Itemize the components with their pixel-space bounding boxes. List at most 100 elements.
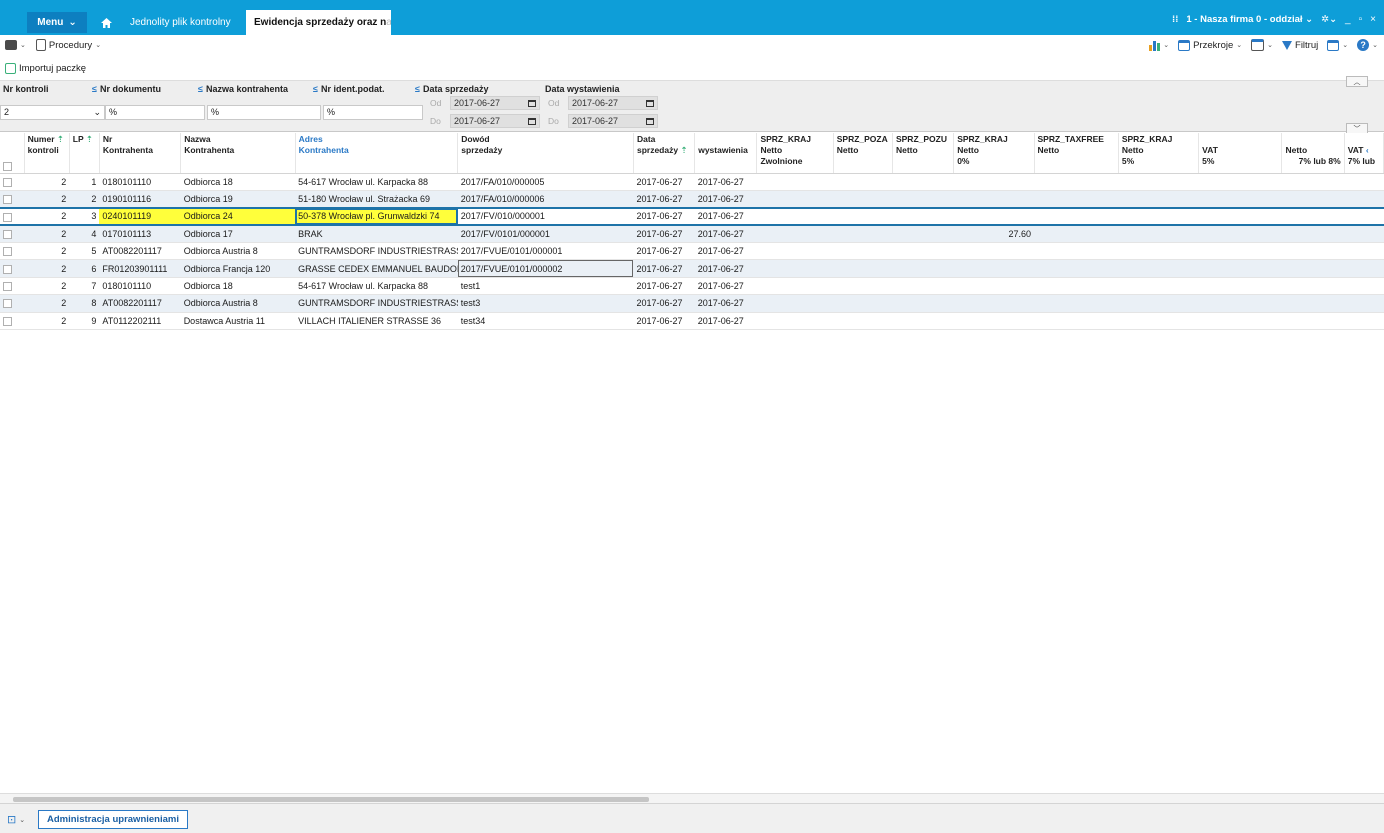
restore-button[interactable]: ▫ — [1359, 14, 1363, 25]
row-checkbox[interactable] — [3, 299, 12, 309]
row-checkbox[interactable] — [3, 212, 12, 222]
table-row[interactable]: 2 9 AT0112202111 Dostawca Austria 11 VILLACH… — [0, 312, 1384, 331]
print-button[interactable]: ⌄ — [5, 40, 26, 50]
cell-sprz-kraj-0[interactable] — [953, 173, 1035, 191]
cell-sprz[interactable] — [1034, 277, 1119, 296]
cell-sprz[interactable] — [892, 312, 954, 331]
cell-adres-kontrahenta[interactable]: 50-378 Wrocław pl. Grunwaldzki 74 — [295, 206, 458, 227]
col-sprz-kraj-5-vat[interactable]: VAT 5% — [1198, 133, 1283, 174]
cell-sprz[interactable] — [833, 259, 893, 278]
wystawienie-od-input[interactable]: 2017-06-27 — [568, 96, 658, 110]
col-sprz-kraj-8-netto[interactable]: Netto 7% lub 8% — [1281, 133, 1345, 174]
cell-nazwa-kontrahenta[interactable]: Odbiorca 18 — [180, 173, 296, 191]
nr-kontroli-select[interactable]: 2 ⌄ — [0, 105, 105, 120]
nr-ident-input[interactable]: % — [323, 105, 423, 120]
cell-nr-kontrahenta[interactable]: 0170101113 — [99, 225, 181, 244]
cell-sprz[interactable] — [1034, 190, 1119, 209]
cell-data-sprzedazy[interactable]: 2017-06-27 — [633, 259, 695, 278]
cell-data-wystawienia[interactable]: 2017-06-27 — [694, 312, 757, 331]
cell-data-sprzedazy[interactable]: 2017-06-27 — [633, 294, 695, 313]
cell-nr-kontrahenta[interactable]: 0180101110 — [99, 277, 181, 296]
cell-sprz[interactable] — [1034, 173, 1119, 191]
sprzedaz-do-input[interactable]: 2017-06-27 — [450, 114, 540, 128]
col-sprz-taxfree[interactable]: SPRZ_TAXFREE Netto — [1034, 133, 1119, 174]
cell-sprz[interactable] — [756, 206, 834, 227]
cell-adres-kontrahenta[interactable]: BRAK — [295, 225, 458, 244]
cell-numer-kontroli[interactable]: 2 — [24, 242, 70, 261]
row-checkbox[interactable] — [3, 247, 12, 257]
col-sprz-poza[interactable]: SPRZ_POZA Netto — [833, 133, 893, 174]
cell-sprz[interactable] — [756, 259, 834, 278]
cell-sprz[interactable] — [1198, 277, 1282, 296]
cell-nr-kontrahenta[interactable]: FR01203901111 — [99, 259, 181, 278]
col-sprz-pozu[interactable]: SPRZ_POZU Netto — [892, 133, 955, 174]
col-sprz-kraj-0[interactable]: SPRZ_KRAJ Netto 0% — [953, 133, 1035, 174]
cell-nazwa-kontrahenta[interactable]: Odbiorca Austria 8 — [180, 242, 296, 261]
cell-nr-kontrahenta[interactable]: 0190101116 — [99, 190, 181, 209]
cell-sprz[interactable] — [833, 294, 893, 313]
cell-nr-kontrahenta[interactable]: 0180101110 — [99, 173, 181, 191]
col-lp[interactable]: LP ⇡ — [69, 133, 100, 174]
cell-sprz[interactable] — [1198, 225, 1282, 244]
table-row[interactable]: 2 4 0170101113 Odbiorca 17 BRAK 2017/FV/0101/… — [0, 225, 1384, 244]
table-row[interactable]: 2 1 0180101110 Odbiorca 18 54-617 Wrocław ul… — [0, 173, 1384, 191]
cell-sprz[interactable] — [1281, 242, 1345, 261]
row-checkbox[interactable] — [3, 177, 12, 187]
cell-sprz[interactable] — [1281, 225, 1345, 244]
export-button[interactable]: ⌄ — [1327, 39, 1348, 51]
cell-nr-kontrahenta[interactable]: 0240101119 — [99, 206, 181, 227]
table-row[interactable]: 2 2 0190101116 Odbiorca 19 51-180 Wrocław ul… — [0, 190, 1384, 209]
nazwa-kontrahenta-input[interactable]: % — [207, 105, 321, 120]
cell-numer-kontroli[interactable]: 2 — [24, 206, 70, 227]
tab-ewidencja-sprzedazy[interactable]: Ewidencja sprzedaży oraz na — [246, 10, 391, 35]
cell-sprz[interactable] — [1118, 190, 1199, 209]
col-nr-kontrahenta[interactable]: Nr Kontrahenta — [99, 133, 182, 174]
close-button[interactable]: × — [1370, 14, 1376, 25]
row-checkbox[interactable] — [3, 282, 12, 292]
col-nazwa-kontrahenta[interactable]: Nazwa Kontrahenta — [180, 133, 296, 174]
cell-sprz-kraj-0[interactable] — [953, 206, 1035, 227]
cell-sprz[interactable] — [1281, 312, 1345, 331]
cell-sprz[interactable] — [833, 173, 893, 191]
cell-numer-kontroli[interactable]: 2 — [24, 173, 70, 191]
cell-lp[interactable]: 3 — [69, 206, 100, 227]
col-data-wystawienia[interactable]: wystawienia — [694, 133, 758, 174]
cell-dowod-sprzedazy[interactable]: 2017/FV/0101/000001 — [457, 225, 634, 244]
col-data-sprzedazy[interactable]: Data sprzedaży ⇡ — [633, 133, 696, 174]
minimize-button[interactable]: _ — [1345, 14, 1351, 25]
col-dowod-sprzedazy[interactable]: Dowód sprzedaży — [457, 133, 634, 174]
gear-icon[interactable]: ✲⌄ — [1321, 14, 1337, 25]
tab-jednolity-plik[interactable]: Jednolity plik kontrolny — [122, 12, 239, 33]
calendar-view-button[interactable]: ⌄ — [1251, 39, 1273, 51]
cell-sprz[interactable] — [833, 225, 893, 244]
col-numer-kontroli[interactable]: Numer ⇡ kontroli — [24, 133, 70, 174]
calendar-icon[interactable] — [528, 99, 536, 107]
chart-button[interactable]: ⌄ — [1149, 39, 1169, 51]
cell-sprz[interactable] — [892, 190, 954, 209]
cell-sprz[interactable] — [1198, 259, 1282, 278]
filtruj-button[interactable]: Filtruj — [1282, 40, 1318, 51]
cell-sprz[interactable] — [1198, 242, 1282, 261]
cell-sprz[interactable] — [1034, 312, 1119, 331]
col-sprz-kraj-zw[interactable]: SPRZ_KRAJ Netto Zwolnione — [756, 133, 834, 174]
col-adres-kontrahenta[interactable]: Adres Kontrahenta — [295, 133, 459, 174]
cell-data-wystawienia[interactable]: 2017-06-27 — [694, 294, 757, 313]
przekroje-button[interactable]: Przekroje ⌄ — [1178, 39, 1242, 51]
cell-data-wystawienia[interactable]: 2017-06-27 — [694, 242, 757, 261]
cell-sprz[interactable] — [1344, 173, 1384, 191]
chevron-left-icon[interactable]: ‹ — [1366, 145, 1369, 155]
cell-sprz[interactable] — [833, 206, 893, 227]
table-row[interactable]: 2 8 AT0082201117 Odbiorca Austria 8 GUNTRAMS… — [0, 294, 1384, 313]
cell-sprz[interactable] — [1281, 206, 1345, 227]
cell-sprz[interactable] — [1118, 206, 1199, 227]
cell-sprz[interactable] — [1281, 294, 1345, 313]
cell-adres-kontrahenta[interactable]: 51-180 Wrocław ul. Strażacka 69 — [295, 190, 458, 209]
cell-sprz-kraj-0[interactable] — [953, 312, 1035, 331]
cell-sprz[interactable] — [1344, 225, 1384, 244]
cell-sprz[interactable] — [892, 225, 954, 244]
cell-sprz[interactable] — [1118, 312, 1199, 331]
cell-lp[interactable]: 4 — [69, 225, 100, 244]
cell-sprz[interactable] — [1034, 294, 1119, 313]
cell-adres-kontrahenta[interactable]: GUNTRAMSDORF INDUSTRIESTRASSE — [295, 242, 458, 261]
cell-sprz[interactable] — [756, 312, 834, 331]
